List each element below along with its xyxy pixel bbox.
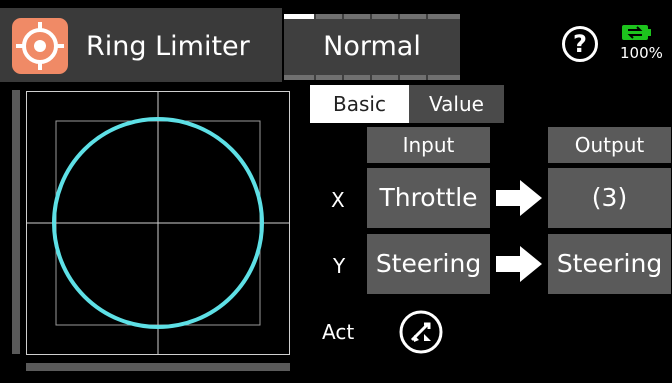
tab-value[interactable]: Value	[409, 85, 504, 123]
battery-tip	[648, 29, 651, 36]
right-arrow-icon	[494, 178, 544, 218]
graph-vertical-bar	[12, 90, 20, 354]
mode-segment	[344, 14, 370, 19]
mode-segment	[344, 75, 370, 80]
graph-horizontal-bar	[26, 363, 290, 371]
mode-segment	[284, 75, 314, 80]
mode-segment	[428, 75, 460, 80]
x-output-selector[interactable]: (3)	[548, 168, 671, 228]
row-label-y: Y	[333, 254, 346, 278]
row-label-x: X	[331, 188, 345, 212]
ring-limiter-app-icon[interactable]	[12, 18, 68, 74]
ring-limit-graph	[26, 91, 290, 355]
mode-segment	[316, 75, 342, 80]
act-label: Act	[322, 320, 355, 344]
act-switch-icon[interactable]	[398, 309, 444, 355]
input-column-header: Input	[367, 127, 490, 163]
mode-segment	[400, 75, 426, 80]
tab-basic[interactable]: Basic	[310, 85, 409, 123]
mode-segment-active	[284, 14, 314, 19]
x-input-selector[interactable]: Throttle	[367, 168, 490, 228]
help-icon[interactable]: ?	[562, 26, 598, 62]
mode-label: Normal	[323, 31, 421, 62]
battery-icon	[622, 25, 648, 40]
output-column-header: Output	[548, 127, 671, 163]
mode-segment	[316, 14, 342, 19]
mode-segment	[372, 14, 398, 19]
y-output-selector[interactable]: Steering	[548, 234, 671, 294]
flight-mode-selector[interactable]: Normal	[284, 14, 460, 80]
right-arrow-icon	[494, 244, 544, 284]
mode-segment	[400, 14, 426, 19]
page-title: Ring Limiter	[86, 31, 250, 62]
y-input-selector[interactable]: Steering	[367, 234, 490, 294]
battery-percent: 100%	[620, 44, 663, 62]
mode-segment	[428, 14, 460, 19]
mode-segment	[372, 75, 398, 80]
